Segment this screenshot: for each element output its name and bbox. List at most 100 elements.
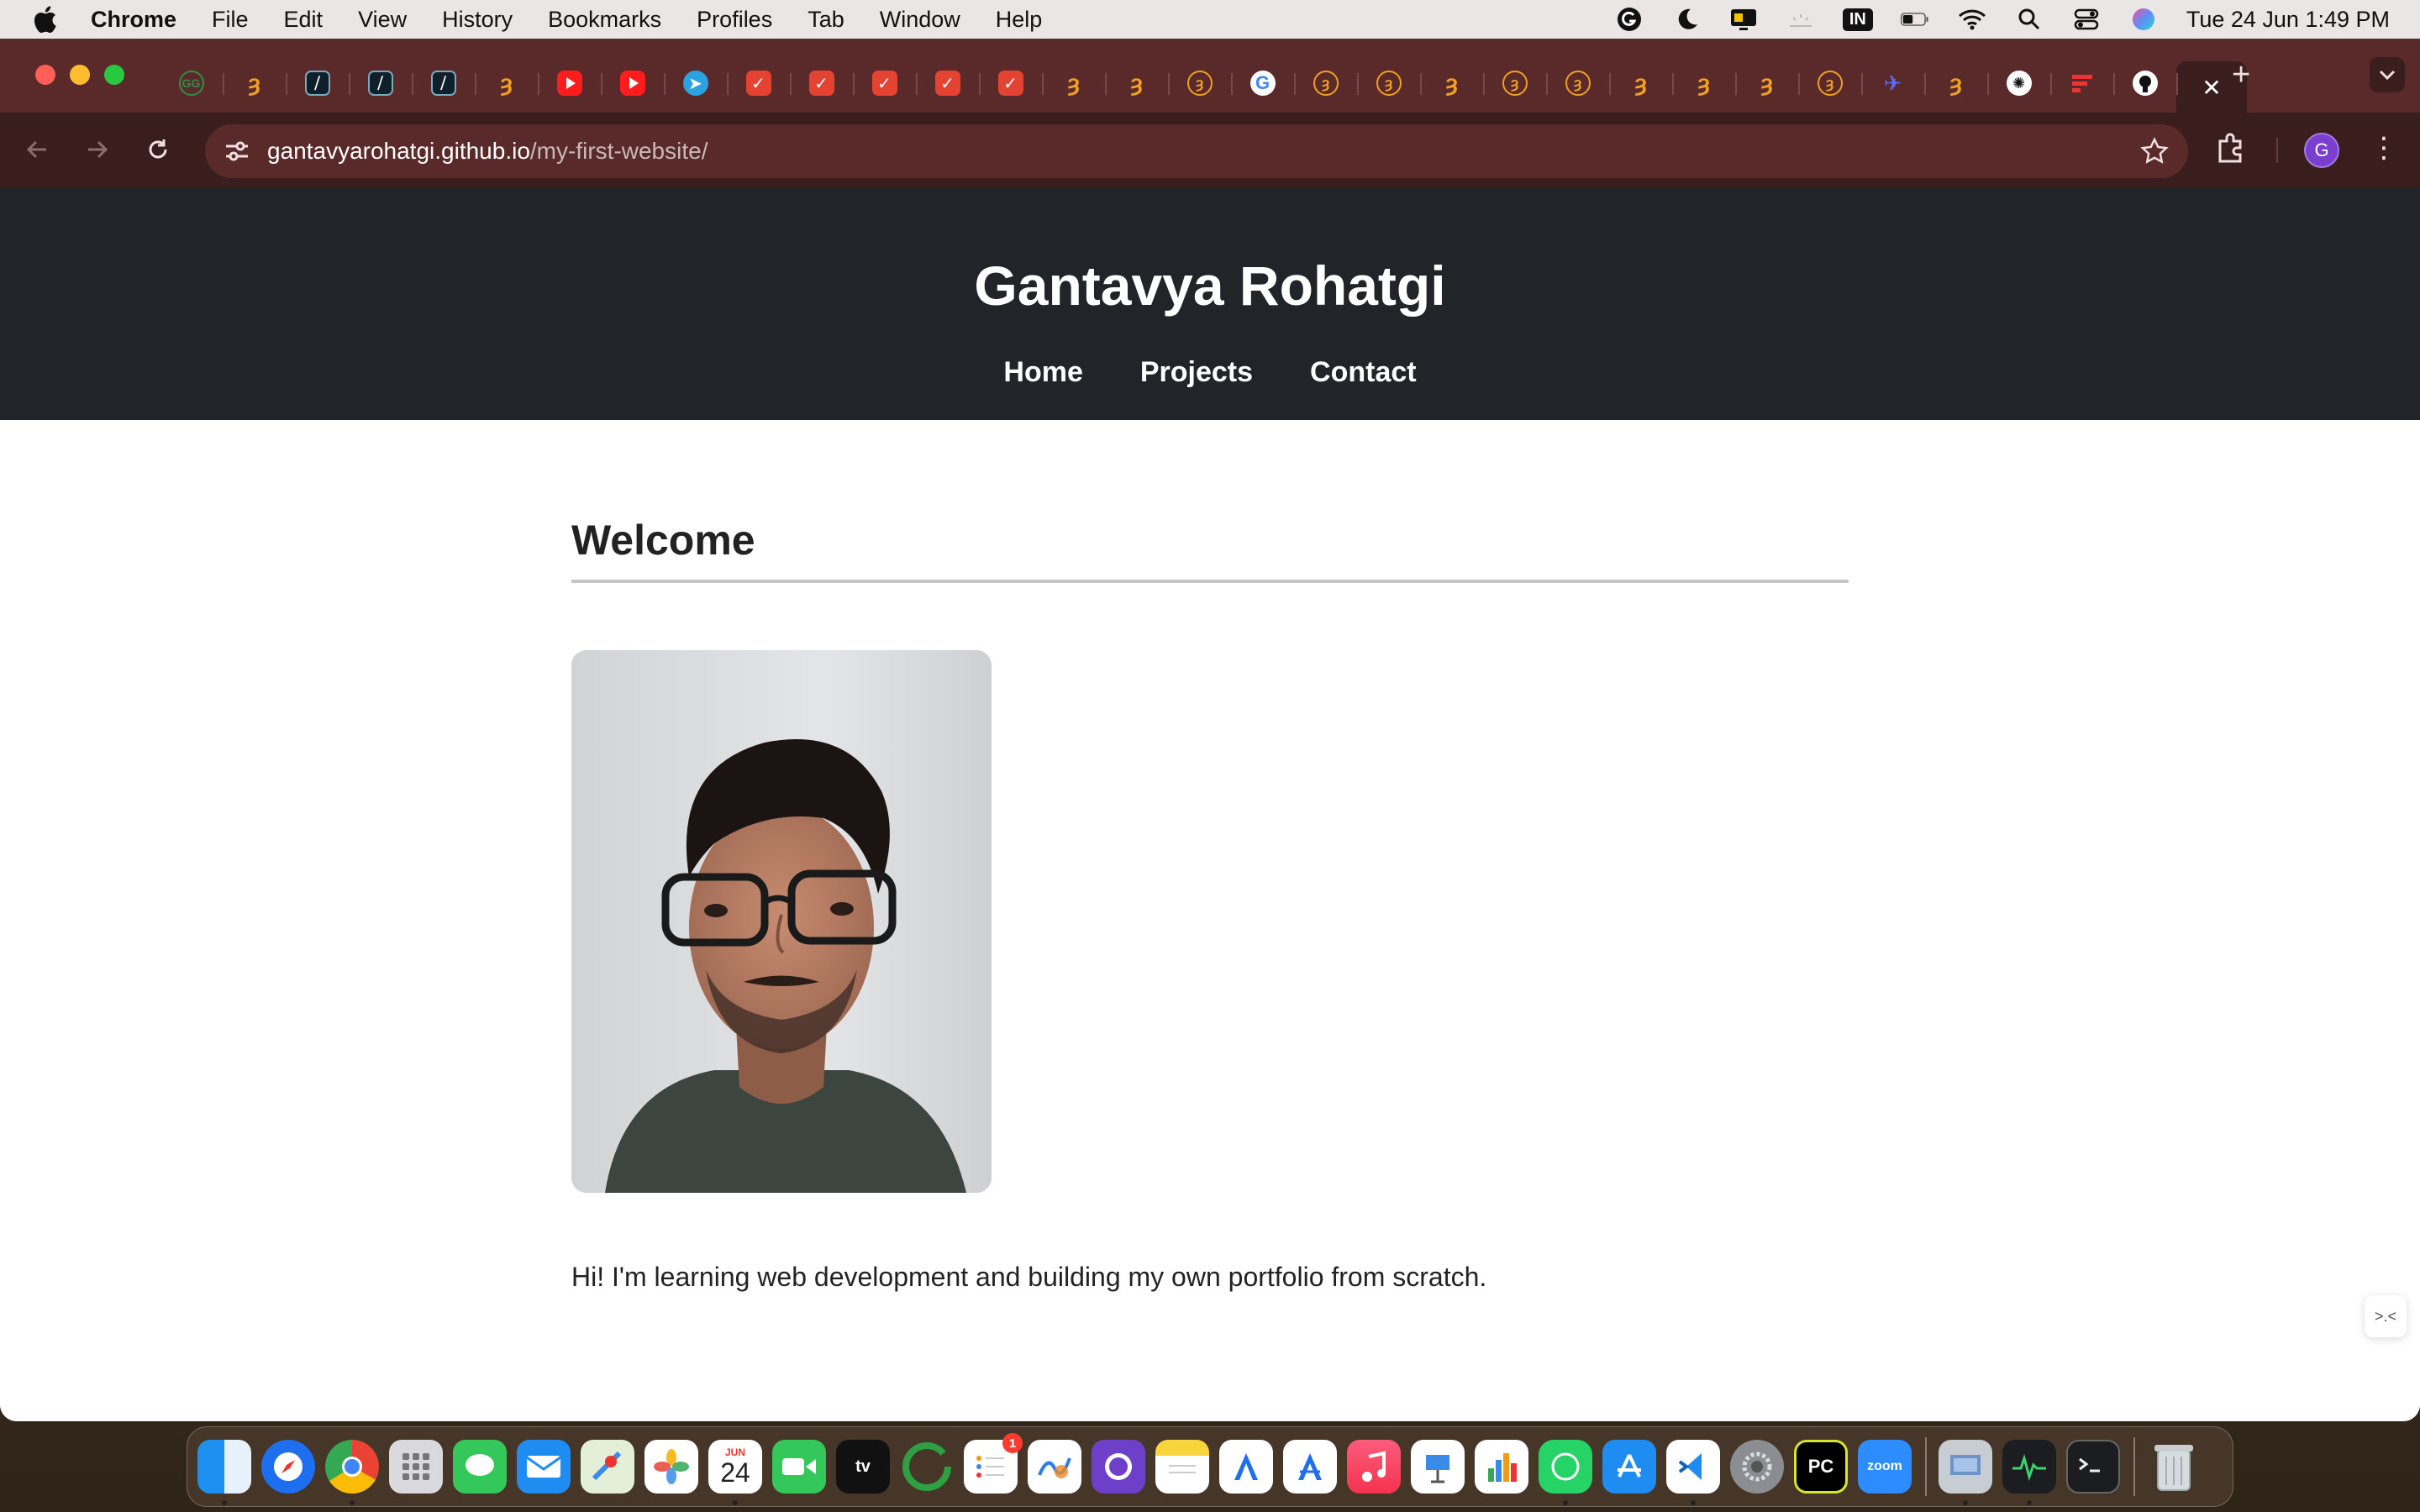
activity-ring-icon[interactable] [900,1440,954,1494]
menu-app-name[interactable]: Chrome [91,7,176,33]
battery-icon[interactable] [1900,7,1929,32]
browser-tab[interactable]: ȝ [1924,61,1987,105]
photos-icon[interactable] [644,1440,698,1494]
browser-tab[interactable] [601,61,664,105]
close-tab-icon[interactable]: ✕ [2202,74,2221,102]
siri-icon[interactable] [2129,7,2158,32]
bookmark-star-button[interactable] [2139,136,2170,171]
numbers-icon[interactable] [1475,1440,1528,1494]
xcode-instruments-icon[interactable] [1219,1440,1273,1494]
system-settings-icon[interactable] [1730,1440,1784,1494]
url-text[interactable]: gantavyarohatgi.github.io/my-first-websi… [267,138,708,165]
menu-tab[interactable]: Tab [808,7,844,33]
browser-tab[interactable]: G [1231,61,1294,105]
notes-icon[interactable] [1155,1440,1209,1494]
maps-icon[interactable] [581,1440,634,1494]
browser-tab[interactable]: ✓ [853,61,916,105]
nav-link-home[interactable]: Home [1003,356,1082,389]
browser-tab[interactable]: ȝ [1672,61,1735,105]
moon-icon[interactable] [1672,7,1701,32]
facetime-icon[interactable] [772,1440,826,1494]
chrome-icon[interactable] [325,1440,379,1505]
browser-tab[interactable]: ✓ [916,61,979,105]
menu-edit[interactable]: Edit [284,7,324,33]
menu-help[interactable]: Help [996,7,1043,33]
back-button[interactable] [20,133,54,166]
safari-icon[interactable] [261,1440,315,1494]
browser-tab[interactable]: ȝ [1735,61,1798,105]
nav-link-contact[interactable]: Contact [1310,356,1417,389]
control-center-icon[interactable] [2072,7,2101,32]
nav-link-projects[interactable]: Projects [1140,356,1253,389]
browser-tab[interactable]: ȝ [1546,61,1609,105]
menu-history[interactable]: History [442,7,513,33]
browser-tab[interactable]: ✓ [790,61,853,105]
freeform-icon[interactable] [1028,1440,1081,1494]
music-icon[interactable] [1347,1440,1401,1494]
browser-tab[interactable]: ȝ [1294,61,1357,105]
browser-tab[interactable]: ⧸ [286,61,349,105]
reminders-icon[interactable]: 1 [964,1433,1023,1494]
vscode-icon[interactable] [1666,1440,1720,1505]
browser-tab[interactable]: ➤ [664,61,727,105]
app-builder-icon[interactable] [1283,1440,1337,1494]
menu-file[interactable]: File [212,7,249,33]
menu-clock[interactable]: Tue 24 Jun 1:49 PM [2186,7,2390,33]
browser-tab[interactable]: ✈ [1861,61,1924,105]
browser-tab[interactable]: ȝ [1105,61,1168,105]
apple-menu-icon[interactable] [32,5,66,34]
browser-tab[interactable]: ✓ [979,61,1042,105]
launchpad-icon[interactable] [389,1440,443,1494]
browser-tab[interactable]: ✓ [727,61,790,105]
browser-tab[interactable]: ȝ [223,61,286,105]
browser-tab[interactable]: ȝ [1483,61,1546,105]
brightness-icon[interactable] [1786,7,1815,32]
app-store-icon[interactable] [1602,1440,1656,1494]
site-info-icon[interactable] [222,136,252,166]
messages-icon[interactable] [453,1440,507,1494]
menu-bookmarks[interactable]: Bookmarks [548,7,661,33]
keynote-icon[interactable] [1411,1440,1465,1494]
browser-tab[interactable] [2050,61,2113,105]
preview-icon[interactable] [1939,1440,1992,1505]
profile-avatar[interactable]: G [2304,133,2339,168]
input-source-icon[interactable]: IN [1842,7,1873,32]
mail-icon[interactable] [517,1440,571,1494]
finder-icon[interactable] [197,1440,251,1505]
menu-profiles[interactable]: Profiles [697,7,772,33]
forward-button[interactable] [81,133,114,166]
browser-tab[interactable]: GG [160,61,223,105]
terminal-icon[interactable] [2066,1440,2120,1494]
chrome-menu-button[interactable]: ⋮ [2370,131,2398,165]
browser-tab[interactable]: ȝ [1168,61,1231,105]
menu-view[interactable]: View [358,7,407,33]
window-zoom-button[interactable] [104,65,124,85]
browser-tab[interactable] [538,61,601,105]
window-minimize-button[interactable] [70,65,90,85]
window-close-button[interactable] [35,65,55,85]
display-icon[interactable] [1729,7,1758,32]
browser-tab[interactable]: ȝ [1798,61,1861,105]
calendar-icon[interactable]: JUN 24 [708,1440,762,1505]
browser-tab[interactable]: ȝ [1420,61,1483,105]
whatsapp-icon[interactable] [1539,1440,1592,1505]
spotlight-search-icon[interactable] [2015,7,2044,32]
zoom-icon[interactable]: zoom [1858,1440,1912,1494]
browser-tab[interactable]: ȝ [1609,61,1672,105]
browser-tab[interactable]: ȝ [1357,61,1420,105]
browser-tab[interactable] [2113,61,2176,105]
trash-icon[interactable] [2147,1440,2201,1494]
pycharm-icon[interactable]: PC [1794,1440,1848,1494]
tab-search-button[interactable] [2370,57,2405,92]
reload-button[interactable] [141,133,175,166]
menu-window[interactable]: Window [880,7,960,33]
apple-tv-icon[interactable]: tv [836,1440,890,1494]
browser-tab[interactable]: ✺ [1987,61,2050,105]
extensions-button[interactable] [2215,133,2247,169]
side-widget-button[interactable]: >.< [2365,1295,2407,1337]
github-desktop-icon[interactable] [1092,1440,1145,1494]
activity-monitor-icon[interactable] [2002,1440,2056,1505]
wifi-icon[interactable] [1958,7,1986,32]
grammarly-icon[interactable] [1615,7,1644,32]
new-tab-button[interactable]: + [2232,59,2250,91]
